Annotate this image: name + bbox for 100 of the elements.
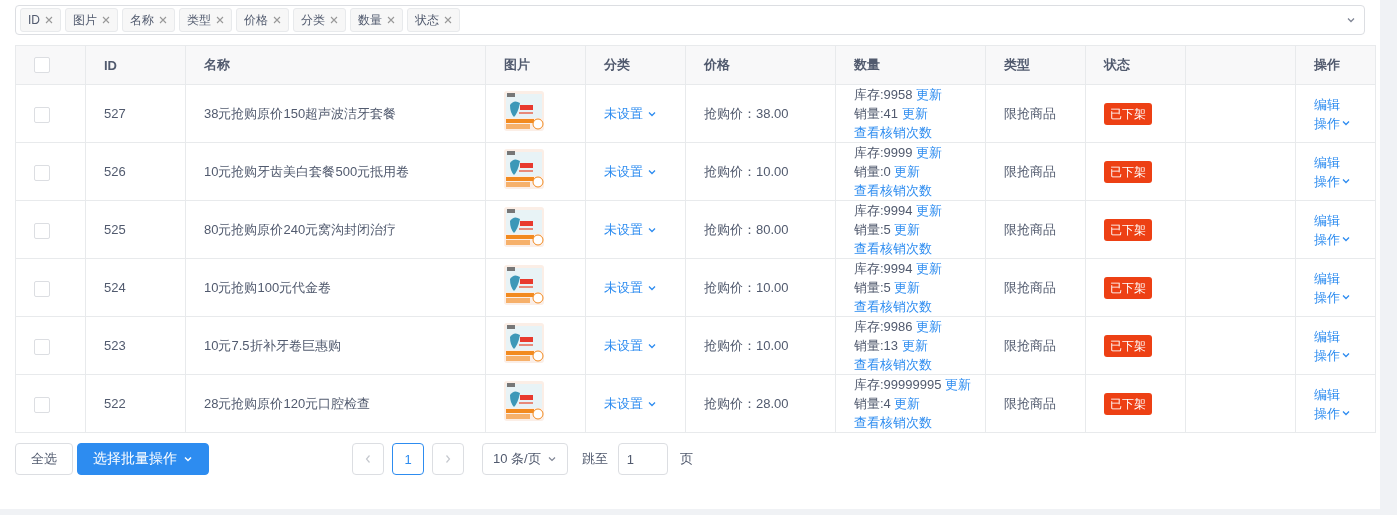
chevron-down-icon <box>183 454 193 464</box>
tag-select-field[interactable]: ID 图片 名称 类型 价格 分类 数量 状态 <box>15 5 1365 35</box>
edit-link[interactable]: 编辑 <box>1314 268 1340 288</box>
filter-tag[interactable]: ID <box>20 8 61 32</box>
page-button[interactable]: 1 <box>392 443 424 475</box>
column-header: 数量 <box>854 57 880 72</box>
checkbox[interactable] <box>34 57 50 74</box>
column-header: 操作 <box>1314 57 1340 72</box>
filter-tag[interactable]: 名称 <box>122 8 175 32</box>
stock-text: 库存:9994 <box>854 261 913 276</box>
close-icon[interactable] <box>273 16 281 24</box>
sales-text: 销量:5 <box>854 222 891 237</box>
jump-label: 跳至 <box>581 450 608 468</box>
update-link[interactable]: 更新 <box>916 145 943 160</box>
filter-tag[interactable]: 类型 <box>179 8 232 32</box>
status-badge: 已下架 <box>1104 218 1152 241</box>
actions-dropdown[interactable]: 操作 <box>1314 345 1351 365</box>
checkbox[interactable] <box>34 106 50 123</box>
chevron-down-icon <box>1341 234 1351 244</box>
update-link[interactable]: 更新 <box>945 377 972 392</box>
column-header: 图片 <box>504 57 530 72</box>
actions-dropdown[interactable]: 操作 <box>1314 403 1351 423</box>
checkbox[interactable] <box>34 164 50 181</box>
table-cell: 10元抢购100元代金卷 <box>204 280 332 295</box>
next-page-button[interactable] <box>432 443 464 475</box>
column-header: 分类 <box>604 57 630 72</box>
chevron-right-icon <box>444 454 452 464</box>
update-link[interactable]: 更新 <box>901 338 928 353</box>
checkbox[interactable] <box>34 396 50 413</box>
filter-tag[interactable]: 图片 <box>65 8 118 32</box>
chevron-down-icon <box>1341 408 1351 418</box>
actions-dropdown[interactable]: 操作 <box>1314 171 1351 191</box>
checkbox[interactable] <box>34 280 50 297</box>
checkbox[interactable] <box>34 222 50 239</box>
table-cell: 38元抢购原价150超声波洁牙套餐 <box>204 106 397 121</box>
verify-count-link[interactable]: 查看核销次数 <box>854 299 932 314</box>
category-dropdown[interactable]: 未设置 <box>604 220 657 239</box>
verify-count-link[interactable]: 查看核销次数 <box>854 183 932 198</box>
table-cell: 抢购价：80.00 <box>704 222 789 237</box>
sales-text: 销量:4 <box>854 396 891 411</box>
close-icon[interactable] <box>330 16 338 24</box>
edit-link[interactable]: 编辑 <box>1314 210 1340 230</box>
update-link[interactable]: 更新 <box>894 164 921 179</box>
actions-dropdown[interactable]: 操作 <box>1314 229 1351 249</box>
table-cell: 限抢商品 <box>1004 106 1056 121</box>
page-jump-field[interactable]: 1 <box>617 443 668 475</box>
update-link[interactable]: 更新 <box>901 106 928 121</box>
category-dropdown[interactable]: 未设置 <box>604 162 657 181</box>
verify-count-link[interactable]: 查看核销次数 <box>854 415 932 430</box>
sales-text: 销量:41 <box>854 106 899 121</box>
column-header: 状态 <box>1104 57 1130 72</box>
verify-count-link[interactable]: 查看核销次数 <box>854 125 932 140</box>
close-icon[interactable] <box>216 16 224 24</box>
close-icon[interactable] <box>102 16 110 24</box>
category-dropdown[interactable]: 未设置 <box>604 278 657 297</box>
edit-link[interactable]: 编辑 <box>1314 326 1340 346</box>
page-size-select[interactable]: 10 条/页 <box>482 443 568 475</box>
update-link[interactable]: 更新 <box>894 222 921 237</box>
close-icon[interactable] <box>444 16 452 24</box>
chevron-down-icon <box>1341 176 1351 186</box>
chevron-down-icon <box>1341 118 1351 128</box>
previous-page-button[interactable] <box>352 443 384 475</box>
edit-link[interactable]: 编辑 <box>1314 384 1340 404</box>
update-link[interactable]: 更新 <box>916 203 943 218</box>
page-unit-label: 页 <box>679 450 693 468</box>
close-icon[interactable] <box>159 16 167 24</box>
filter-tag[interactable]: 数量 <box>350 8 403 32</box>
category-dropdown[interactable]: 未设置 <box>604 104 657 123</box>
checkbox[interactable] <box>34 338 50 355</box>
batch-action-button[interactable]: 选择批量操作 <box>77 443 209 475</box>
update-link[interactable]: 更新 <box>916 87 943 102</box>
update-link[interactable]: 更新 <box>894 396 921 411</box>
filter-tag[interactable]: 分类 <box>293 8 346 32</box>
stock-text: 库存:9986 <box>854 319 913 334</box>
actions-dropdown[interactable]: 操作 <box>1314 113 1351 133</box>
select-all-button[interactable]: 全选 <box>15 443 73 475</box>
verify-count-link[interactable]: 查看核销次数 <box>854 241 932 256</box>
filter-tag[interactable]: 价格 <box>236 8 289 32</box>
edit-link[interactable]: 编辑 <box>1314 94 1340 114</box>
chevron-down-icon[interactable] <box>1346 15 1356 25</box>
table-cell: 526 <box>104 164 126 179</box>
close-icon[interactable] <box>387 16 395 24</box>
filter-tag[interactable]: 状态 <box>407 8 460 32</box>
table-cell: 523 <box>104 338 126 353</box>
category-dropdown[interactable]: 未设置 <box>604 336 657 355</box>
update-link[interactable]: 更新 <box>916 319 943 334</box>
column-header: 价格 <box>704 57 730 72</box>
table-cell: 525 <box>104 222 126 237</box>
table-cell: 10元7.5折补牙卷巨惠购 <box>204 338 341 353</box>
close-icon[interactable] <box>45 16 53 24</box>
update-link[interactable]: 更新 <box>894 280 921 295</box>
table-cell: 抢购价：10.00 <box>704 164 789 179</box>
actions-dropdown[interactable]: 操作 <box>1314 287 1351 307</box>
status-badge: 已下架 <box>1104 392 1152 415</box>
edit-link[interactable]: 编辑 <box>1314 152 1340 172</box>
stock-text: 库存:9994 <box>854 203 913 218</box>
verify-count-link[interactable]: 查看核销次数 <box>854 357 932 372</box>
sales-text: 销量:5 <box>854 280 891 295</box>
update-link[interactable]: 更新 <box>916 261 943 276</box>
category-dropdown[interactable]: 未设置 <box>604 394 657 413</box>
